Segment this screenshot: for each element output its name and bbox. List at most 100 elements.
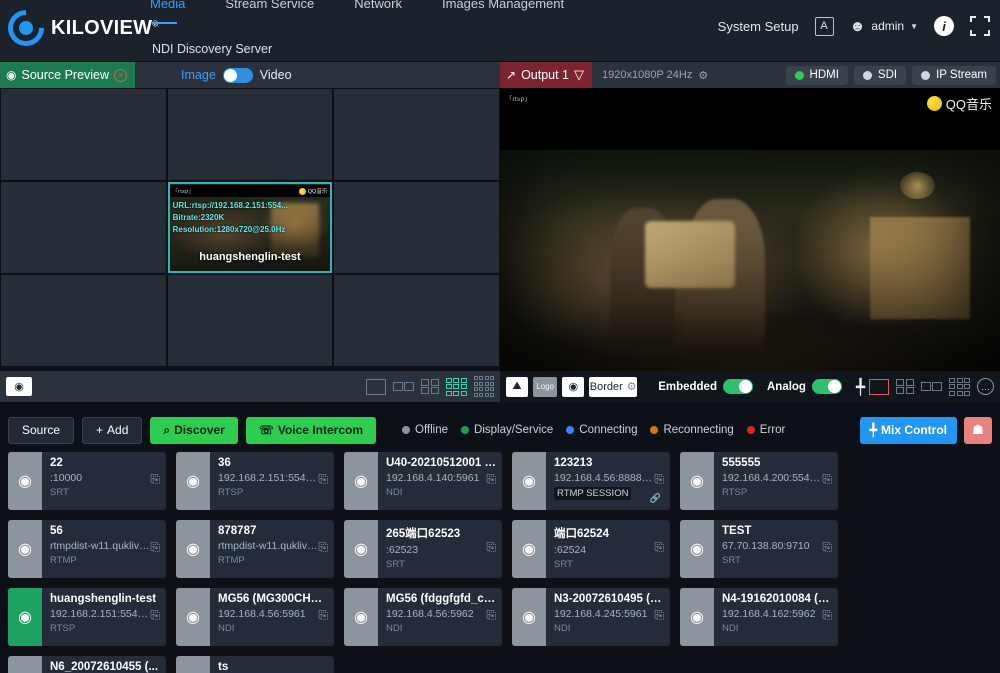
source-card[interactable]: ◉ 56 rtmpdist-w11.quklive.... RTMP ⎘ (8, 520, 166, 578)
preview-tile[interactable] (334, 275, 499, 366)
nav-item-images-management[interactable]: Images Management (442, 0, 564, 13)
output-rtsp-label: 「rtsp」 (506, 94, 531, 103)
preview-tile[interactable] (334, 89, 499, 180)
user-menu[interactable]: ☻ admin ▼ (850, 18, 918, 35)
output-btn-hdmi[interactable]: HDMI (786, 66, 848, 85)
preview-tile[interactable] (334, 182, 499, 273)
copy-icon[interactable]: ⎘ (486, 540, 496, 555)
preview-tile[interactable] (1, 275, 166, 366)
layout-2-button[interactable] (393, 382, 415, 391)
eye-button[interactable]: ◉ (562, 377, 584, 397)
source-card[interactable]: ◉ 端口62524 :62524 SRT ⎘ (512, 520, 670, 578)
mix-control-button[interactable]: ╇Mix Control (860, 417, 957, 444)
gear-icon[interactable]: ⚙ (698, 69, 708, 82)
camera-icon: ◉ (344, 520, 378, 578)
output-layout-4-button[interactable] (896, 379, 914, 395)
output-layout-9-button[interactable] (949, 378, 970, 396)
border-button[interactable]: Border ⚙ (589, 377, 637, 397)
language-icon[interactable]: A (815, 17, 834, 36)
source-name: ts (218, 661, 328, 673)
copy-icon[interactable]: ⎘ (486, 608, 496, 623)
copy-icon[interactable]: ⎘ (654, 540, 664, 555)
layout-16-button[interactable] (474, 376, 495, 397)
add-source-button[interactable]: +Add (82, 417, 142, 444)
source-protocol: RTSP (50, 623, 160, 634)
source-card[interactable]: ◉ 36 192.168.2.151:554/c... RTSP ⎘ (176, 452, 334, 510)
layout-9-button[interactable] (446, 378, 467, 396)
copy-icon[interactable]: ⎘ (150, 608, 160, 623)
info-icon[interactable]: i (934, 16, 954, 36)
delete-button[interactable]: ☗ (964, 417, 992, 444)
image-overlay-button[interactable]: ⛰ (506, 377, 528, 397)
source-card[interactable]: ◉ N4-19162010084 (C... 192.168.4.162:596… (680, 588, 838, 646)
output-layout-1-button[interactable] (869, 379, 889, 395)
gear-icon[interactable]: ⚙ (627, 380, 637, 393)
copy-icon[interactable]: ⎘ (822, 472, 832, 487)
source-card[interactable]: ◉ ts (176, 656, 334, 673)
copy-icon[interactable]: ⎘ (654, 472, 664, 487)
nav-item-media[interactable]: Media (150, 0, 185, 13)
image-video-switch[interactable] (223, 68, 253, 83)
copy-icon[interactable]: ⎘ (318, 608, 328, 623)
layout-1-button[interactable] (366, 379, 386, 395)
analog-audio-toggle[interactable]: Analog (767, 379, 842, 394)
source-name: 端口62524 (554, 525, 664, 541)
source-name: 265端口62523 (386, 525, 496, 541)
source-tab-button[interactable]: Source (8, 417, 74, 444)
image-video-toggle[interactable]: Image Video (181, 68, 292, 83)
source-address: :62523 (386, 544, 486, 556)
output-btn-ip-stream[interactable]: IP Stream (912, 66, 996, 85)
source-card-selected[interactable]: ◉ huangshenglin-test 192.168.2.151:554/c… (8, 588, 166, 646)
thumb-bitrate: Bitrate:2320K (173, 212, 288, 224)
copy-icon[interactable]: ⎘ (822, 540, 832, 555)
source-card[interactable]: ◉ MG56 (MG300CHAL) 192.168.4.56:5961 NDI… (176, 588, 334, 646)
source-card[interactable]: ◉ MG56 (fdggfgfd_cha... 192.168.4.56:596… (344, 588, 502, 646)
copy-icon[interactable]: ⎘ (150, 540, 160, 555)
source-card[interactable]: ◉ N6_20072610455 (... (8, 656, 166, 673)
link-icon[interactable]: 🔗 (650, 493, 661, 504)
nav-item-stream-service[interactable]: Stream Service (225, 0, 314, 13)
embedded-audio-toggle[interactable]: Embedded (658, 379, 753, 394)
layout-4-button[interactable] (421, 379, 439, 395)
preview-tile[interactable] (1, 182, 166, 273)
preview-tile-active[interactable]: 「rtsp」 QQ音乐 URL:rtsp://192.168.2.151:554… (168, 182, 333, 273)
source-toolbar: Source +Add ⌕Discover ☏Voice Intercom Of… (0, 410, 1000, 450)
close-icon[interactable]: × (114, 69, 127, 82)
source-card[interactable]: ◉ 878787 rtmpdist-w11.quklive.... RTMP ⎘ (176, 520, 334, 578)
source-preview-title: ◉ Source Preview × (0, 62, 135, 88)
logo-overlay-button[interactable]: Logo (533, 377, 557, 397)
copy-icon[interactable]: ⎘ (654, 608, 664, 623)
voice-intercom-button[interactable]: ☏Voice Intercom (246, 417, 376, 444)
fullscreen-icon[interactable] (970, 16, 990, 36)
nav-item-network[interactable]: Network (354, 0, 402, 13)
source-card[interactable]: ◉ 265端口62523 :62523 SRT ⎘ (344, 520, 502, 578)
preview-tile[interactable] (168, 275, 333, 366)
source-card[interactable]: ◉ 123213 192.168.4.56:8888/li... RTMP SE… (512, 452, 670, 510)
preview-tile[interactable] (1, 89, 166, 180)
system-setup-link[interactable]: System Setup (718, 19, 799, 34)
toggle-label-image: Image (181, 68, 216, 82)
source-protocol: NDI (386, 623, 496, 634)
copy-icon[interactable]: ⎘ (150, 472, 160, 487)
copy-icon[interactable]: ⎘ (486, 472, 496, 487)
output-btn-sdi[interactable]: SDI (854, 66, 906, 85)
nav-subtitle[interactable]: NDI Discovery Server (152, 42, 272, 56)
source-card[interactable]: ◉ U40-20210512001 (... 192.168.4.140:596… (344, 452, 502, 510)
preview-eye-button[interactable]: ◉ (6, 377, 32, 396)
copy-icon[interactable]: ⎘ (318, 472, 328, 487)
preview-tile[interactable] (168, 89, 333, 180)
source-card[interactable]: ◉ 22 :10000 SRT ⎘ (8, 452, 166, 510)
output-video-area[interactable]: 「rtsp」 QQ音乐 🔊 ☰ huangshenglin-test 云等风 人… (500, 88, 1000, 402)
more-options-icon[interactable]: … (977, 378, 994, 395)
source-card[interactable]: ◉ 555555 192.168.4.200:554/c... RTSP ⎘ (680, 452, 838, 510)
chevron-down-icon[interactable]: ▽ (574, 67, 584, 83)
source-card[interactable]: ◉ N3-20072610495 (C... 192.168.4.245:596… (512, 588, 670, 646)
embedded-switch[interactable] (723, 379, 753, 394)
audio-mixer-icon[interactable]: ╇ (856, 378, 865, 396)
copy-icon[interactable]: ⎘ (822, 608, 832, 623)
discover-button[interactable]: ⌕Discover (150, 417, 237, 444)
copy-icon[interactable]: ⎘ (318, 540, 328, 555)
source-card[interactable]: ◉ TEST 67.70.138.80:9710 SRT ⎘ (680, 520, 838, 578)
analog-switch[interactable] (812, 379, 842, 394)
output-layout-2-button[interactable] (921, 382, 943, 391)
